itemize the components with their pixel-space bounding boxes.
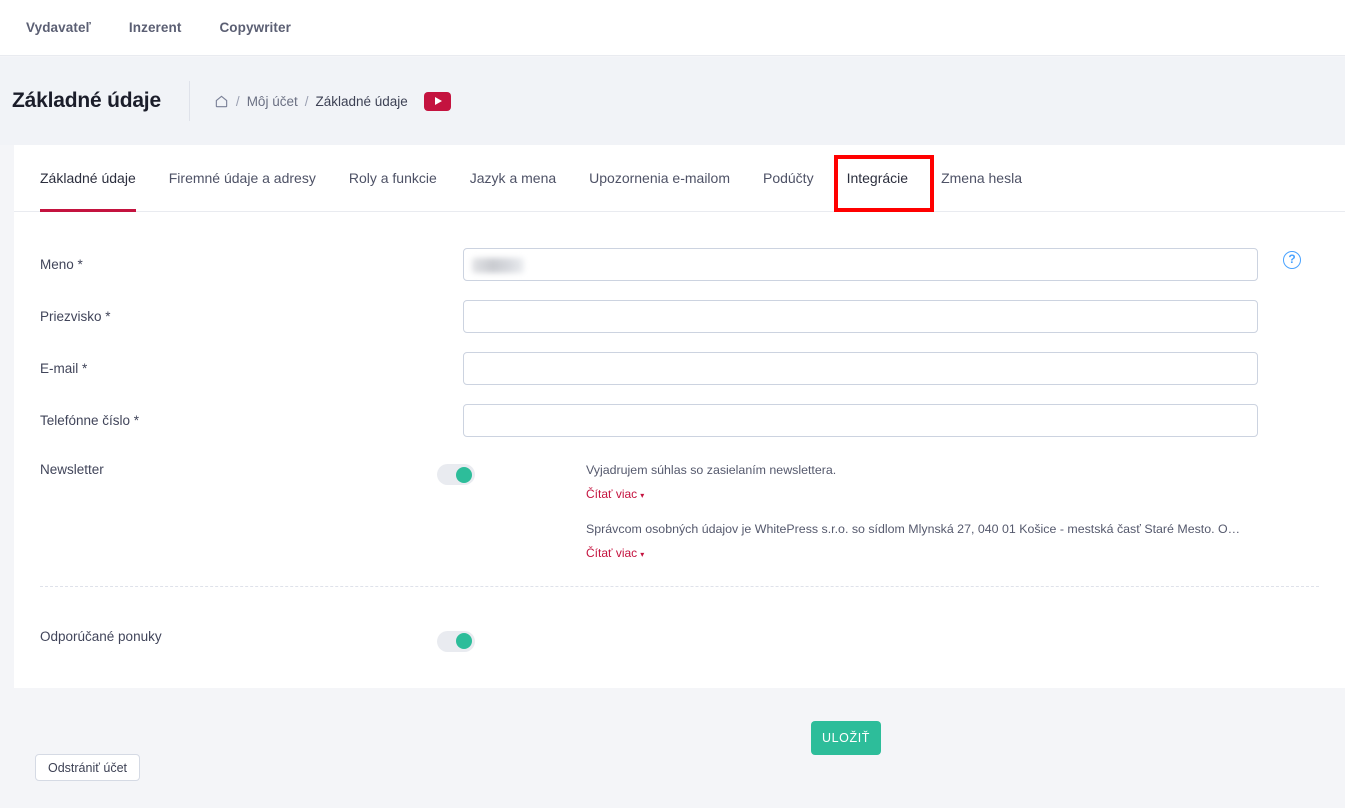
chevron-down-icon: ▾ xyxy=(640,490,645,500)
recommended-offers-row: Odporúčané ponuky xyxy=(14,629,1345,652)
home-icon[interactable] xyxy=(214,94,229,109)
breadcrumb-item-moj-ucet[interactable]: Môj účet xyxy=(247,94,298,109)
breadcrumb-item-zakladne-udaje[interactable]: Základné údaje xyxy=(315,94,407,109)
priezvisko-input[interactable] xyxy=(463,299,1258,333)
tab-poducty[interactable]: Podúčty xyxy=(763,145,814,212)
question-mark-circle-icon[interactable]: ? xyxy=(1283,251,1301,269)
tab-bar: Základné údaje Firemné údaje a adresy Ro… xyxy=(14,145,1345,212)
play-triangle-icon xyxy=(434,97,442,105)
label-newsletter: Newsletter xyxy=(40,462,104,477)
tab-integracie[interactable]: Integrácie xyxy=(847,145,908,212)
tab-roly-a-funkcie[interactable]: Roly a funkcie xyxy=(349,145,437,212)
meno-input[interactable] xyxy=(463,247,1258,281)
consent-text-newsletter: Vyjadrujem súhlas so zasielaním newslett… xyxy=(586,463,837,477)
tab-jazyk-a-mena[interactable]: Jazyk a mena xyxy=(470,145,556,212)
form-row-meno: Meno * ? xyxy=(14,238,1345,290)
label-meno: Meno * xyxy=(40,256,83,272)
header-divider xyxy=(188,81,190,121)
toggle-knob xyxy=(456,466,472,483)
consent-text-privacy: Správcom osobných údajov je WhitePress s… xyxy=(586,521,1244,536)
page-header-band: Základné údaje / Môj účet / Základné úda… xyxy=(0,57,1345,145)
topnav-item-copywriter[interactable]: Copywriter xyxy=(219,20,291,35)
form-row-email: E-mail * xyxy=(14,342,1345,394)
breadcrumb-separator-2: / xyxy=(304,93,309,109)
newsletter-consents: Vyjadrujem súhlas so zasielaním newslett… xyxy=(586,462,1244,562)
read-more-link-newsletter[interactable]: Čítať viac ▾ xyxy=(586,487,644,501)
read-more-link-privacy[interactable]: Čítať viac ▾ xyxy=(586,546,644,560)
content-card: Základné údaje Firemné údaje a adresy Ro… xyxy=(14,145,1345,688)
newsletter-row: Newsletter Vyjadrujem súhlas so zasielan… xyxy=(14,462,1345,562)
top-navigation-bar: Vydavateľ Inzerent Copywriter xyxy=(0,0,1345,56)
topnav-item-inzerent[interactable]: Inzerent xyxy=(129,20,182,35)
youtube-play-icon[interactable] xyxy=(423,91,451,111)
tab-firemne-udaje-a-adresy[interactable]: Firemné údaje a adresy xyxy=(169,145,316,212)
label-email: E-mail * xyxy=(40,360,88,376)
label-odporucane-ponuky: Odporúčané ponuky xyxy=(40,628,162,644)
email-input[interactable] xyxy=(463,351,1258,385)
chevron-down-icon: ▾ xyxy=(640,549,645,559)
save-button[interactable]: ULOŽIŤ xyxy=(811,721,881,755)
form-row-telefonne-cislo: Telefónne číslo * xyxy=(14,394,1345,446)
footer-actions: ULOŽIŤ Odstrániť účet xyxy=(14,688,1345,808)
delete-account-button[interactable]: Odstrániť účet xyxy=(35,754,141,781)
label-priezvisko: Priezvisko * xyxy=(40,308,111,324)
newsletter-toggle[interactable] xyxy=(437,464,475,485)
tab-upozornenia-e-mailom[interactable]: Upozornenia e-mailom xyxy=(589,145,730,212)
telefonne-cislo-input[interactable] xyxy=(463,403,1258,437)
page-title: Základné údaje xyxy=(12,89,161,112)
tab-zakladne-udaje[interactable]: Základné údaje xyxy=(40,145,136,212)
label-telefonne-cislo: Telefónne číslo * xyxy=(40,412,140,428)
page-root: Vydavateľ Inzerent Copywriter Základné ú… xyxy=(0,0,1345,808)
form-row-priezvisko: Priezvisko * xyxy=(14,290,1345,342)
breadcrumb-separator-1: / xyxy=(235,93,240,109)
breadcrumb: / Môj účet / Základné údaje xyxy=(214,94,408,109)
recommended-offers-toggle[interactable] xyxy=(437,630,475,652)
topnav-item-vydavatel[interactable]: Vydavateľ xyxy=(26,20,91,35)
section-divider xyxy=(40,585,1319,587)
basic-info-form: Meno * ? Priezvisko * E-mail * Telefónne… xyxy=(14,212,1345,652)
consent-spacer xyxy=(586,503,1244,521)
toggle-knob xyxy=(456,633,472,650)
tab-zmena-hesla[interactable]: Zmena hesla xyxy=(941,145,1022,212)
